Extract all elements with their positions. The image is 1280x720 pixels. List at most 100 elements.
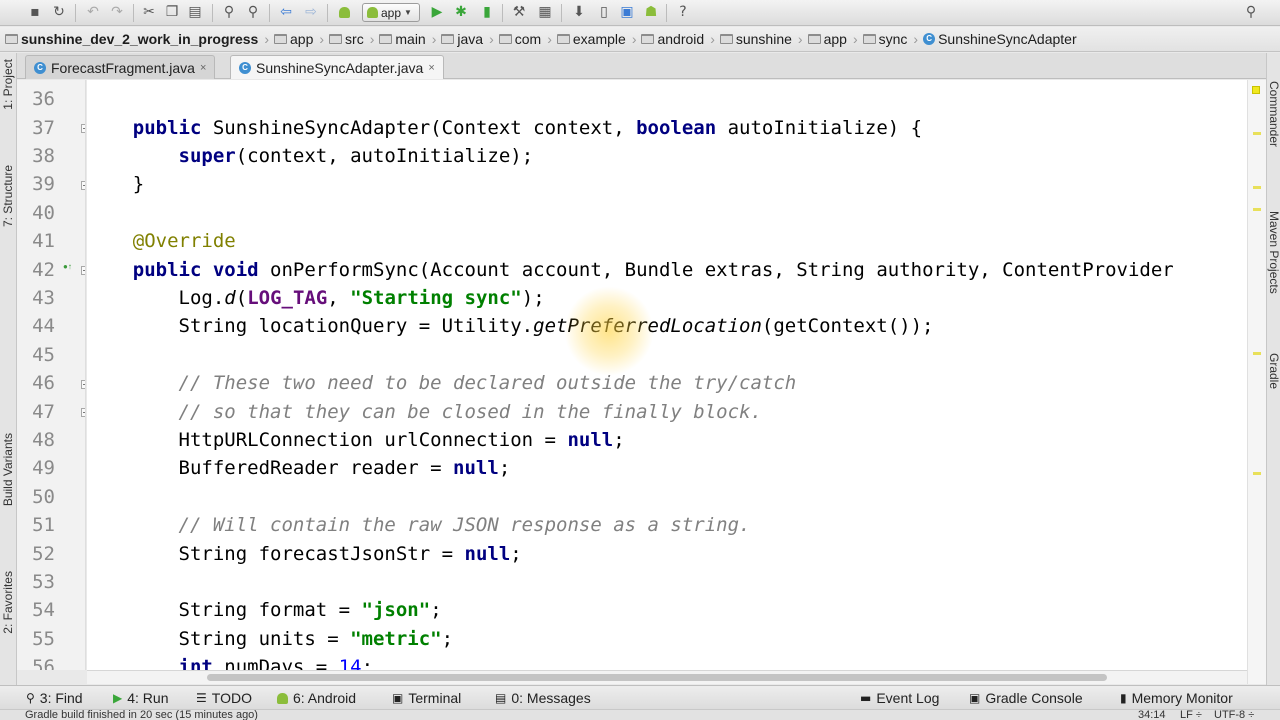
breadcrumb-label: example [572, 31, 626, 47]
tool-window-todo[interactable]: ☰ TODO [196, 689, 252, 707]
avd-manager-icon[interactable]: ▯ [595, 3, 613, 21]
forward-icon[interactable]: ⇨ [302, 3, 320, 21]
breadcrumb-item-sunshine[interactable]: sunshine [719, 31, 792, 47]
code-line-43: Log.d(LOG_TAG, "Starting sync"); [87, 287, 545, 309]
find-icon[interactable]: ⚲ [220, 3, 238, 21]
sync-icon[interactable]: ↻ [50, 3, 68, 21]
tool-window-event-log[interactable]: ▬ Event Log [860, 689, 939, 707]
back-icon[interactable]: ⇦ [277, 3, 295, 21]
warning-marker[interactable] [1253, 472, 1261, 475]
line-number: 44 [32, 315, 55, 337]
breadcrumb-item-main[interactable]: main [379, 31, 426, 47]
tool-tab-structure[interactable]: 7: Structure [1, 165, 15, 227]
sdk-manager-icon[interactable]: ⬇ [570, 3, 588, 21]
code-line-37: public SunshineSyncAdapter(Context conte… [132, 117, 923, 139]
line-separator-select[interactable]: LF ÷ [1180, 710, 1202, 720]
device-icon[interactable]: ▣ [618, 3, 636, 21]
breadcrumb-item-app-package[interactable]: app [807, 31, 847, 47]
breadcrumb-item-android[interactable]: android [641, 31, 704, 47]
tool-tab-project[interactable]: 1: Project [1, 59, 15, 110]
editor-gutter: 36 37 38 39 40 41 42 43 44 45 46 47 48 4… [17, 80, 86, 670]
copy-icon[interactable]: ❐ [163, 3, 181, 21]
replace-icon[interactable]: ⚲ [244, 3, 262, 21]
debug-icon[interactable]: ✱ [452, 3, 470, 21]
breadcrumb-item-class[interactable]: C SunshineSyncAdapter [923, 31, 1077, 47]
chevron-right-icon: › [547, 31, 552, 47]
tool-tab-maven-projects[interactable]: Maven Projects [1267, 211, 1280, 294]
tool-window-memory-monitor[interactable]: ▮ Memory Monitor [1120, 689, 1233, 707]
breadcrumb-item-project[interactable]: sunshine_dev_2_work_in_progress [5, 31, 258, 47]
tool-window-find[interactable]: ⚲ 3: Find [26, 689, 83, 707]
folder-icon [5, 34, 18, 44]
tool-window-messages[interactable]: ▤ 0: Messages [495, 689, 591, 707]
tool-window-terminal[interactable]: ▣ Terminal [392, 689, 461, 707]
tool-tab-commander[interactable]: Commander [1267, 81, 1280, 147]
warning-marker[interactable] [1253, 352, 1261, 355]
error-stripe[interactable] [1247, 80, 1266, 684]
code-line-55: String units = "metric"; [87, 628, 454, 650]
encoding-select[interactable]: UTF-8 ÷ [1214, 710, 1254, 720]
warning-marker[interactable] [1253, 186, 1261, 189]
breadcrumb-label: SunshineSyncAdapter [938, 31, 1077, 47]
line-number: 41 [32, 230, 55, 252]
attach-icon[interactable]: ▮ [478, 3, 496, 21]
horizontal-scrollbar[interactable] [87, 670, 1247, 684]
breadcrumb-label: app [290, 31, 314, 47]
breadcrumb-item-src[interactable]: src [329, 31, 364, 47]
warning-marker[interactable] [1253, 132, 1261, 135]
fold-marker-icon[interactable] [81, 266, 85, 275]
scrollbar-thumb[interactable] [207, 674, 1107, 681]
fold-marker-icon[interactable] [81, 408, 85, 417]
folder-icon [862, 34, 876, 44]
fold-marker-icon[interactable] [81, 380, 85, 389]
folder-icon [441, 34, 455, 44]
build-icon[interactable]: ⚒ [510, 3, 528, 21]
folder-icon [329, 34, 343, 44]
caret-position[interactable]: 34:14 [1138, 710, 1166, 720]
breadcrumb-label: sunshine_dev_2_work_in_progress [21, 31, 259, 47]
toolbar-separator [327, 4, 328, 22]
cut-icon[interactable]: ✂ [140, 3, 158, 21]
save-icon[interactable]: ▪ [26, 3, 44, 21]
override-indicator-icon[interactable]: ●↑ [63, 262, 72, 271]
android-monitor-icon[interactable]: ☗ [642, 3, 660, 21]
tool-tab-favorites[interactable]: 2: Favorites [1, 571, 15, 634]
editor-tab-forecast-fragment[interactable]: C ForecastFragment.java × [25, 55, 216, 79]
undo-icon[interactable]: ↶ [84, 3, 102, 21]
run-icon[interactable]: ▶ [428, 3, 446, 21]
breadcrumb-item-com[interactable]: com [498, 31, 541, 47]
warning-marker[interactable] [1253, 208, 1261, 211]
status-message[interactable]: Gradle build finished in 20 sec (15 minu… [25, 710, 258, 720]
breadcrumb-label: sync [878, 31, 908, 47]
tool-tab-build-variants[interactable]: Build Variants [1, 433, 15, 506]
fold-marker-icon[interactable] [81, 181, 85, 190]
toolbar-separator [666, 4, 667, 22]
search-everywhere-icon[interactable]: ⚲ [1242, 3, 1260, 21]
code-line-39: } [87, 173, 145, 195]
breadcrumb-item-sync[interactable]: sync [862, 31, 908, 47]
close-icon[interactable]: × [428, 62, 434, 74]
redo-icon[interactable]: ↷ [108, 3, 126, 21]
bottom-tool-bar: ⚲ 3: Find ▶ 4: Run ☰ TODO 6: Android ▣ T… [0, 685, 1280, 709]
code-line-56: int numDays = 14; [178, 656, 374, 670]
inspection-status-icon[interactable] [1252, 86, 1260, 94]
editor-tab-sunshine-sync-adapter[interactable]: C SunshineSyncAdapter.java × [230, 55, 444, 79]
left-tool-strip: 1: Project 7: Structure Build Variants 2… [0, 53, 17, 685]
tool-tab-gradle[interactable]: Gradle [1267, 353, 1280, 389]
run-configuration-select[interactable]: app ▼ [362, 3, 420, 22]
android-icon[interactable] [335, 3, 353, 21]
code-line-41: @Override [132, 230, 236, 252]
tool-window-gradle-console[interactable]: ▣ Gradle Console [969, 689, 1083, 707]
help-icon[interactable]: ? [674, 3, 692, 21]
breadcrumb-item-example[interactable]: example [556, 31, 626, 47]
code-editor[interactable]: public SunshineSyncAdapter(Context conte… [87, 80, 1247, 670]
close-icon[interactable]: × [200, 62, 206, 74]
breadcrumb-item-java[interactable]: java [441, 31, 483, 47]
editor-tab-label: ForecastFragment.java [51, 59, 195, 76]
tool-window-run[interactable]: ▶ 4: Run [113, 689, 168, 707]
tool-window-android[interactable]: 6: Android [277, 689, 356, 707]
breadcrumb-item-app[interactable]: app [274, 31, 313, 47]
fold-marker-icon[interactable] [81, 124, 85, 133]
project-structure-icon[interactable]: ▦ [536, 3, 554, 21]
paste-icon[interactable]: ▤ [186, 3, 204, 21]
